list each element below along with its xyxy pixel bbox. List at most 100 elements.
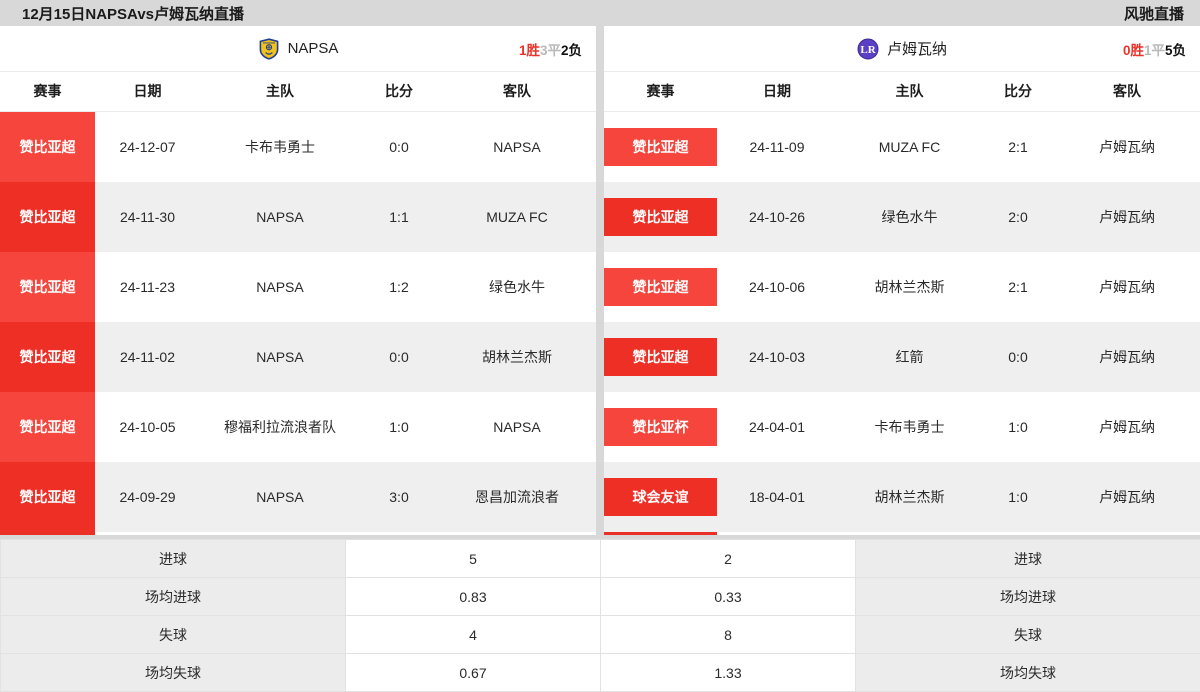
home-cell: NAPSA xyxy=(200,322,360,392)
away-cell: NAPSA xyxy=(438,112,596,183)
right-col-date: 日期 xyxy=(717,72,837,112)
score-cell: 1:1 xyxy=(360,182,438,252)
home-cell: NAPSA xyxy=(200,462,360,532)
table-row[interactable]: 赞比亚超 24-10-03 红箭 0:0 卢姆瓦纳 xyxy=(604,322,1200,392)
table-row[interactable]: 赞比亚超 24-10-26 绿色水牛 2:0 卢姆瓦纳 xyxy=(604,182,1200,252)
score-cell: 1:0 xyxy=(982,462,1054,532)
right-record-draw: 1平 xyxy=(1144,43,1165,58)
right-team-name: 卢姆瓦纳 xyxy=(887,38,947,59)
table-row[interactable]: 赞比亚超 24-09-29 NAPSA 3:0 恩昌加流浪者 xyxy=(0,462,596,532)
stat-value-right: 8 xyxy=(601,616,856,654)
right-table-header-row: 赛事 日期 主队 比分 客队 xyxy=(604,72,1200,112)
home-cell: 穆福利拉流浪者队 xyxy=(200,392,360,462)
stats-table: 进球 5 2 进球 场均进球 0.83 0.33 场均进球 失球 4 8 失球 xyxy=(0,539,1200,692)
away-cell: 绿色水牛 xyxy=(438,252,596,322)
stat-value-right: 2 xyxy=(601,540,856,578)
table-row[interactable]: 赞比亚超 24-10-06 胡林兰杰斯 2:1 卢姆瓦纳 xyxy=(604,252,1200,322)
league-badge: 赞比亚超 xyxy=(0,322,95,392)
league-badge: 赞比亚超 xyxy=(0,392,95,462)
lumwana-circle-icon: LR xyxy=(857,38,879,60)
away-cell: 卢姆瓦纳 xyxy=(1054,462,1200,532)
top-bar: 12月15日NAPSAvs卢姆瓦纳直播 风驰直播 xyxy=(0,0,1200,26)
stat-label-right: 进球 xyxy=(856,540,1200,578)
stat-label-left: 场均失球 xyxy=(1,654,346,692)
home-cell: 胡林兰杰斯 xyxy=(837,252,982,322)
date-cell: 24-11-23 xyxy=(95,252,200,322)
home-cell: 卡布韦勇士 xyxy=(200,112,360,183)
away-cell: NAPSA xyxy=(438,392,596,462)
table-row[interactable]: 赞比亚超 24-11-02 NAPSA 0:0 胡林兰杰斯 xyxy=(0,322,596,392)
table-row[interactable]: 赞比亚超 24-11-30 NAPSA 1:1 MUZA FC xyxy=(0,182,596,252)
league-cell: 赞比亚超 xyxy=(0,322,95,392)
league-cell: 赞比亚超 xyxy=(604,252,717,322)
table-row[interactable]: 赞比亚超 24-10-05 穆福利拉流浪者队 1:0 NAPSA xyxy=(0,392,596,462)
stats-row: 场均失球 0.67 1.33 场均失球 xyxy=(1,654,1200,692)
date-cell: 24-11-02 xyxy=(95,322,200,392)
left-team-header: NAPSA 1胜3平2负 xyxy=(0,26,596,72)
date-cell: 24-10-06 xyxy=(717,252,837,322)
stat-label-left: 场均进球 xyxy=(1,578,346,616)
right-team-header: LR 卢姆瓦纳 0胜1平5负 xyxy=(604,26,1200,72)
left-record-win: 1胜 xyxy=(519,43,540,58)
league-cell: 赞比亚超 xyxy=(0,252,95,322)
table-row[interactable]: 球会友谊 18-04-01 胡林兰杰斯 1:0 卢姆瓦纳 xyxy=(604,462,1200,532)
stat-label-left: 失球 xyxy=(1,616,346,654)
date-cell: 24-12-07 xyxy=(95,112,200,183)
away-cell: 卢姆瓦纳 xyxy=(1054,392,1200,462)
stat-value-left: 4 xyxy=(346,616,601,654)
score-cell: 1:2 xyxy=(360,252,438,322)
date-cell: 24-10-03 xyxy=(717,322,837,392)
score-cell: 3:0 xyxy=(360,462,438,532)
league-cell: 赞比亚超 xyxy=(0,392,95,462)
site-brand: 风驰直播 xyxy=(1124,3,1184,24)
left-record-loss: 2负 xyxy=(561,43,582,58)
stats-row: 失球 4 8 失球 xyxy=(1,616,1200,654)
league-badge: 赞比亚超 xyxy=(0,462,95,532)
league-badge: 赞比亚超 xyxy=(0,182,95,252)
table-row[interactable]: 赞比亚超 24-11-23 NAPSA 1:2 绿色水牛 xyxy=(0,252,596,322)
away-cell: 卢姆瓦纳 xyxy=(1054,322,1200,392)
live-match-stats-page: 12月15日NAPSAvs卢姆瓦纳直播 风驰直播 xyxy=(0,0,1200,675)
stats-row: 场均进球 0.83 0.33 场均进球 xyxy=(1,578,1200,616)
left-table-header-row: 赛事 日期 主队 比分 客队 xyxy=(0,72,596,112)
napsa-shield-icon xyxy=(258,38,280,60)
score-cell: 1:0 xyxy=(360,392,438,462)
date-cell: 24-09-29 xyxy=(95,462,200,532)
table-row[interactable]: 赞比亚超 24-12-07 卡布韦勇士 0:0 NAPSA xyxy=(0,112,596,183)
stats-row: 进球 5 2 进球 xyxy=(1,540,1200,578)
right-col-away: 客队 xyxy=(1054,72,1200,112)
league-cell: 赞比亚超 xyxy=(604,182,717,252)
right-team-record: 0胜1平5负 xyxy=(1123,39,1186,59)
league-cell: 赞比亚超 xyxy=(604,112,717,183)
league-badge: 赞比亚超 xyxy=(0,252,95,322)
left-table-accent-bar xyxy=(0,532,95,535)
svg-text:LR: LR xyxy=(860,44,876,56)
stat-value-right: 0.33 xyxy=(601,578,856,616)
table-row[interactable]: 赞比亚超 24-11-09 MUZA FC 2:1 卢姆瓦纳 xyxy=(604,112,1200,183)
date-cell: 24-04-01 xyxy=(717,392,837,462)
table-row[interactable]: 赞比亚杯 24-04-01 卡布韦勇士 1:0 卢姆瓦纳 xyxy=(604,392,1200,462)
date-cell: 18-04-01 xyxy=(717,462,837,532)
stat-label-right: 失球 xyxy=(856,616,1200,654)
panels-container: NAPSA 1胜3平2负 赛事 日期 主队 比分 客队 xyxy=(0,26,1200,535)
panel-divider xyxy=(596,26,604,535)
score-cell: 1:0 xyxy=(982,392,1054,462)
stat-label-left: 进球 xyxy=(1,540,346,578)
score-cell: 0:0 xyxy=(982,322,1054,392)
home-cell: NAPSA xyxy=(200,182,360,252)
league-cell: 赞比亚超 xyxy=(0,112,95,183)
league-badge: 赞比亚超 xyxy=(0,112,95,182)
date-cell: 24-10-05 xyxy=(95,392,200,462)
league-cell: 赞比亚超 xyxy=(0,182,95,252)
left-col-away: 客队 xyxy=(438,72,596,112)
left-team-name: NAPSA xyxy=(288,40,339,57)
league-badge: 赞比亚超 xyxy=(604,338,717,376)
league-cell: 赞比亚超 xyxy=(0,462,95,532)
score-cell: 0:0 xyxy=(360,112,438,183)
away-cell: 恩昌加流浪者 xyxy=(438,462,596,532)
right-team-panel: LR 卢姆瓦纳 0胜1平5负 赛事 日期 主队 xyxy=(604,26,1200,535)
away-cell: 胡林兰杰斯 xyxy=(438,322,596,392)
away-cell: 卢姆瓦纳 xyxy=(1054,252,1200,322)
home-cell: MUZA FC xyxy=(837,112,982,183)
league-cell: 赞比亚超 xyxy=(604,322,717,392)
